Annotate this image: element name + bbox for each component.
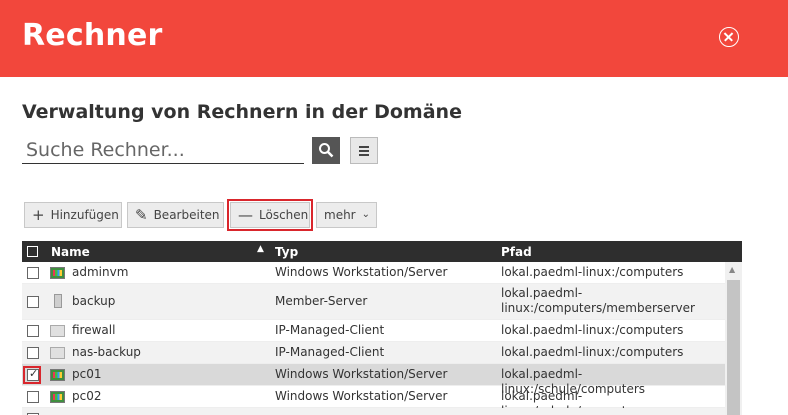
windows-computer-icon bbox=[50, 369, 65, 381]
more-button-label: mehr bbox=[324, 208, 356, 222]
row-name: pc02 bbox=[72, 389, 102, 403]
row-type: Windows Workstation/Server bbox=[275, 265, 448, 279]
row-path: lokal.paedml-linux:/computers bbox=[501, 345, 684, 359]
row-path: lokal.paedml-linux:/computers bbox=[501, 265, 684, 279]
page-header: Rechner bbox=[0, 0, 788, 77]
row-type: Windows Workstation/Server bbox=[275, 367, 448, 381]
column-header-type[interactable]: Typ bbox=[275, 245, 298, 259]
row-name: nas-backup bbox=[72, 345, 141, 359]
checkbox-highlight bbox=[23, 366, 41, 384]
menu-button[interactable] bbox=[350, 137, 378, 164]
ip-client-icon bbox=[50, 347, 65, 359]
row-checkbox[interactable] bbox=[27, 325, 39, 337]
scroll-up-icon[interactable]: ▲ bbox=[729, 265, 735, 274]
add-button-label: Hinzufügen bbox=[50, 208, 119, 222]
chevron-down-icon: ⌄ bbox=[361, 209, 371, 220]
close-icon[interactable] bbox=[719, 27, 739, 47]
ip-client-icon bbox=[50, 325, 65, 337]
table-row[interactable] bbox=[22, 408, 725, 415]
row-path-line1: lokal.paedml- bbox=[501, 286, 583, 300]
search-icon bbox=[319, 143, 334, 158]
select-all-checkbox[interactable] bbox=[27, 246, 38, 257]
row-type: IP-Managed-Client bbox=[275, 323, 385, 337]
row-checkbox[interactable] bbox=[27, 267, 39, 279]
sort-ascending-icon: ▲ bbox=[257, 244, 264, 254]
column-header-path[interactable]: Pfad bbox=[501, 245, 532, 259]
row-name: pc01 bbox=[72, 367, 102, 381]
windows-computer-icon bbox=[50, 391, 65, 403]
row-type: Member-Server bbox=[275, 294, 368, 308]
row-checkbox[interactable] bbox=[27, 296, 39, 308]
delete-button-highlight bbox=[227, 199, 313, 231]
row-path-line2: linux:/computers/memberserver bbox=[501, 301, 695, 315]
menu-icon bbox=[359, 146, 369, 148]
row-type: Windows Workstation/Server bbox=[275, 389, 448, 403]
section-title: Verwaltung von Rechnern in der Domäne bbox=[22, 101, 462, 123]
windows-computer-icon bbox=[50, 267, 65, 279]
row-checkbox[interactable] bbox=[27, 391, 39, 403]
server-icon bbox=[54, 294, 62, 308]
row-name: adminvm bbox=[72, 265, 129, 279]
more-button[interactable]: mehr ⌄ bbox=[316, 202, 377, 228]
table-row[interactable]: pc01 Windows Workstation/Server lokal.pa… bbox=[22, 364, 725, 396]
table-row[interactable]: nas-backup IP-Managed-Client lokal.paedm… bbox=[22, 342, 725, 364]
row-name: backup bbox=[72, 294, 116, 308]
column-header-name[interactable]: Name bbox=[51, 245, 90, 259]
table-row[interactable]: pc02 Windows Workstation/Server lokal.pa… bbox=[22, 386, 725, 415]
scrollbar-thumb[interactable] bbox=[727, 280, 740, 415]
plus-icon: + bbox=[32, 205, 45, 224]
page-title: Rechner bbox=[22, 18, 163, 53]
add-button[interactable]: + Hinzufügen bbox=[24, 202, 122, 228]
edit-button[interactable]: ✎ Bearbeiten bbox=[127, 202, 224, 228]
row-type: IP-Managed-Client bbox=[275, 345, 385, 359]
search-button[interactable] bbox=[312, 137, 340, 164]
edit-button-label: Bearbeiten bbox=[153, 208, 220, 222]
pencil-icon: ✎ bbox=[135, 205, 148, 224]
search-input[interactable] bbox=[22, 137, 304, 164]
table-row[interactable]: adminvm Windows Workstation/Server lokal… bbox=[22, 262, 725, 284]
row-name: firewall bbox=[72, 323, 116, 337]
row-path: lokal.paedml-linux:/computers bbox=[501, 323, 684, 337]
table-row[interactable]: firewall IP-Managed-Client lokal.paedml-… bbox=[22, 320, 725, 342]
grid-header: Name ▲ Typ Pfad bbox=[22, 241, 742, 262]
row-checkbox[interactable] bbox=[27, 347, 39, 359]
table-row[interactable]: backup Member-Server lokal.paedml- linux… bbox=[22, 284, 725, 320]
